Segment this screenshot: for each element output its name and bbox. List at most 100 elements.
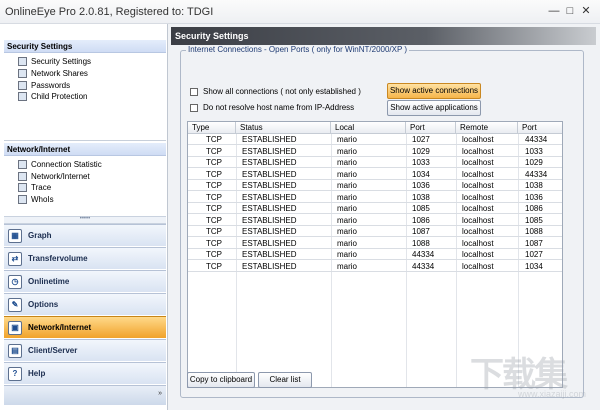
checkbox-box[interactable] xyxy=(190,103,198,112)
cell-local: mario xyxy=(337,158,358,167)
cell-remote: localhost xyxy=(462,181,494,190)
expand-arrows-icon[interactable]: » xyxy=(158,390,162,397)
nav-options[interactable]: ✎ Options xyxy=(4,293,166,315)
cell-remote: localhost xyxy=(462,215,494,225)
table-row[interactable]: TCP ESTABLISHED mario 44334 localhost 1027 xyxy=(188,249,562,260)
show-active-connections-button[interactable]: Show active connections xyxy=(387,83,481,99)
nav-network-internet[interactable]: ▣ Network/Internet xyxy=(4,316,166,338)
tree-item-whois[interactable]: WhoIs xyxy=(18,194,54,205)
tree-item-passwords[interactable]: Passwords xyxy=(18,80,70,91)
nav-client-server[interactable]: ▤ Client/Server xyxy=(4,339,166,361)
cell-remote: localhost xyxy=(462,261,494,271)
section-network-internet[interactable]: Network/Internet xyxy=(4,143,166,156)
cell-remote-port: 1085 xyxy=(525,215,543,225)
table-row[interactable]: TCP ESTABLISHED mario 1034 localhost 44334 xyxy=(188,169,562,180)
copy-to-clipboard-button[interactable]: Copy to clipboard xyxy=(187,372,255,388)
cell-local: mario xyxy=(337,169,358,179)
table-row[interactable]: TCP ESTABLISHED mario 1027 localhost 44334 xyxy=(188,134,562,145)
table-row[interactable]: TCP ESTABLISHED mario 1087 localhost 1088 xyxy=(188,226,562,237)
resolve-host-checkbox[interactable]: Do not resolve host name from IP-Address xyxy=(190,102,354,113)
table-row[interactable]: TCP ESTABLISHED mario 1038 localhost 1036 xyxy=(188,192,562,203)
nav-label: Onlinetime xyxy=(28,277,70,286)
splitter-grip[interactable]: ••••• xyxy=(4,216,166,224)
column-header-remote-port[interactable]: Port xyxy=(518,122,562,134)
cell-remote-port: 1087 xyxy=(525,238,543,248)
cell-local-port: 44334 xyxy=(412,261,435,271)
server-icon: ▤ xyxy=(8,343,22,358)
watermark-url: www.xiazaiji.com xyxy=(518,389,587,399)
cell-local: mario xyxy=(337,250,358,259)
show-active-applications-button[interactable]: Show active applications xyxy=(387,100,481,116)
checkbox-box[interactable] xyxy=(190,87,198,96)
cell-remote-port: 1034 xyxy=(525,261,543,271)
table-row[interactable]: TCP ESTABLISHED mario 1085 localhost 1086 xyxy=(188,203,562,214)
share-icon xyxy=(18,69,27,78)
cell-type: TCP xyxy=(206,238,222,248)
maximize-button[interactable]: □ xyxy=(562,4,578,18)
watermark-logo: 下载集 www.xiazaiji.com xyxy=(430,345,590,405)
transfer-icon: ⇄ xyxy=(8,251,22,266)
tree-item-network-internet[interactable]: Network/Internet xyxy=(18,171,90,182)
cell-local-port: 1085 xyxy=(412,204,430,213)
nav-transfervolume[interactable]: ⇄ Transfervolume xyxy=(4,247,166,269)
network-icon: ▣ xyxy=(8,320,22,335)
cell-type: TCP xyxy=(206,192,222,202)
nav-help[interactable]: ? Help xyxy=(4,362,166,384)
table-row[interactable]: TCP ESTABLISHED mario 1036 localhost 1038 xyxy=(188,180,562,191)
column-header-status[interactable]: Status xyxy=(236,122,331,134)
key-icon xyxy=(18,81,27,90)
cell-remote: localhost xyxy=(462,146,494,156)
table-row[interactable]: TCP ESTABLISHED mario 1088 localhost 1087 xyxy=(188,238,562,249)
checkbox-label: Do not resolve host name from IP-Address xyxy=(203,103,355,112)
cell-remote: localhost xyxy=(462,250,494,259)
minimize-button[interactable]: — xyxy=(546,4,562,18)
cell-local-port: 1038 xyxy=(412,192,430,202)
cell-local: mario xyxy=(337,261,358,271)
cell-type: TCP xyxy=(206,204,222,213)
column-header-type[interactable]: Type xyxy=(188,122,236,134)
cell-status: ESTABLISHED xyxy=(242,261,297,271)
table-row[interactable]: TCP ESTABLISHED mario 1029 localhost 1033 xyxy=(188,146,562,157)
sidebar: Security Settings Security Settings Netw… xyxy=(0,24,168,410)
tree-item-label: Security Settings xyxy=(31,57,92,66)
column-header-local[interactable]: Local xyxy=(331,122,406,134)
cell-remote: localhost xyxy=(462,227,494,236)
cell-remote-port: 1038 xyxy=(525,181,543,190)
nav-onlinetime[interactable]: ◷ Onlinetime xyxy=(4,270,166,292)
tree-item-child-protection[interactable]: Child Protection xyxy=(18,91,87,102)
clear-list-button[interactable]: Clear list xyxy=(258,372,312,388)
tree-item-connection-statistic[interactable]: Connection Statistic xyxy=(18,159,102,170)
cell-status: ESTABLISHED xyxy=(242,146,297,156)
tree-item-label: WhoIs xyxy=(31,195,54,204)
cell-local-port: 1086 xyxy=(412,215,430,225)
cell-remote-port: 44334 xyxy=(525,169,548,179)
table-row[interactable]: TCP ESTABLISHED mario 1033 localhost 1029 xyxy=(188,157,562,168)
table-row[interactable]: TCP ESTABLISHED mario 1086 localhost 1085 xyxy=(188,215,562,226)
cell-status: ESTABLISHED xyxy=(242,181,297,190)
checkbox-label: Show all connections ( not only establis… xyxy=(203,87,361,96)
cell-local-port: 1033 xyxy=(412,158,430,167)
tree-item-network-shares[interactable]: Network Shares xyxy=(18,68,88,79)
column-header-local-port[interactable]: Port xyxy=(406,122,456,134)
cell-type: TCP xyxy=(206,215,222,225)
cell-type: TCP xyxy=(206,227,222,236)
cell-remote-port: 44334 xyxy=(525,135,548,144)
tree-item-security-settings[interactable]: Security Settings xyxy=(18,56,91,67)
cell-remote-port: 1036 xyxy=(525,192,543,202)
close-button[interactable]: ✕ xyxy=(578,4,594,18)
table-header: Type Status Local Port Remote Port xyxy=(188,122,562,134)
cell-remote: localhost xyxy=(462,238,494,248)
cell-status: ESTABLISHED xyxy=(242,227,297,236)
nav-graph[interactable]: ▦ Graph xyxy=(4,224,166,246)
cell-local: mario xyxy=(337,146,358,156)
section-security-settings[interactable]: Security Settings xyxy=(4,40,166,53)
nav-label: Transfervolume xyxy=(28,254,88,263)
table-row[interactable]: TCP ESTABLISHED mario 44334 localhost 1034 xyxy=(188,261,562,272)
column-header-remote[interactable]: Remote xyxy=(456,122,518,134)
cell-local-port: 44334 xyxy=(412,250,435,259)
whois-icon xyxy=(18,195,27,204)
cell-remote: localhost xyxy=(462,204,494,213)
tree-item-trace[interactable]: Trace xyxy=(18,182,51,193)
show-all-connections-checkbox[interactable]: Show all connections ( not only establis… xyxy=(190,86,361,97)
cell-status: ESTABLISHED xyxy=(242,215,297,225)
